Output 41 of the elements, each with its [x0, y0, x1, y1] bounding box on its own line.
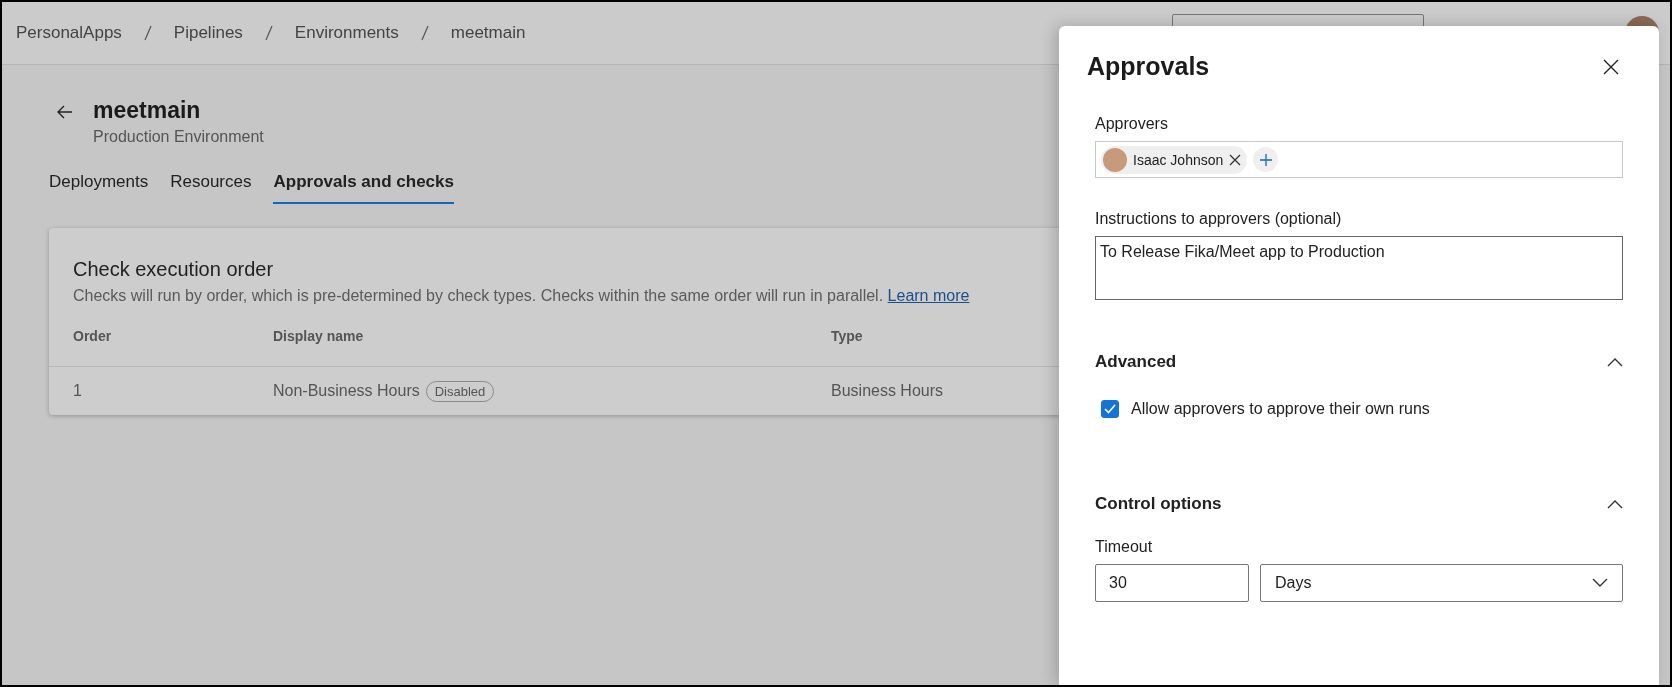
breadcrumb-link[interactable]: Pipelines	[173, 23, 243, 43]
slash-separator-icon	[420, 25, 429, 41]
column-header: Type	[831, 327, 864, 344]
plus-icon	[1259, 153, 1272, 166]
learn-more-link[interactable]: Learn more	[887, 287, 970, 304]
table-cell: Non-Business Hours	[273, 382, 420, 400]
add-button[interactable]	[1253, 147, 1279, 172]
breadcrumb-link[interactable]: Environments	[294, 23, 399, 43]
chevron-up-icon[interactable]	[1607, 499, 1623, 509]
table-cell: 1	[73, 382, 82, 400]
checkbox[interactable]	[1101, 400, 1119, 418]
page-subtitle: Production Environment	[93, 128, 264, 146]
section-title: Control options	[1095, 494, 1222, 514]
column-header: Order	[73, 327, 113, 344]
slash-separator-icon	[143, 25, 152, 41]
tab[interactable]: Resources	[170, 166, 252, 204]
card-title: Check execution order	[73, 258, 275, 281]
unit-dropdown[interactable]: Days	[1260, 564, 1623, 602]
avatar-icon	[1103, 147, 1127, 172]
chevron-up-icon[interactable]	[1607, 357, 1623, 367]
timeout-field[interactable]: 30	[1095, 564, 1249, 602]
section-title: Advanced	[1095, 352, 1177, 372]
breadcrumb-link[interactable]: meetmain	[450, 23, 526, 43]
approver-name: Isaac Johnson	[1133, 151, 1224, 168]
field-label: Approvers	[1095, 115, 1169, 133]
field-label: Timeout	[1095, 538, 1154, 556]
breadcrumb-link[interactable]: PersonalApps	[16, 23, 122, 43]
tab[interactable]: Deployments	[49, 166, 149, 204]
slash-separator-icon	[264, 25, 273, 41]
tab[interactable]: Approvals and checks	[273, 166, 454, 204]
page-title: meetmain	[93, 97, 202, 124]
remove-button[interactable]	[1229, 153, 1242, 166]
checkbox-label: Allow approvers to approve their own runs	[1131, 400, 1430, 418]
chevron-down-icon[interactable]	[1592, 578, 1608, 588]
panel-title: Approvals	[1087, 52, 1210, 81]
field-label: Instructions to approvers (optional)	[1095, 210, 1343, 228]
back-arrow-icon[interactable]	[57, 105, 73, 119]
instructions-field[interactable]: To Release Fika/Meet app to Production	[1095, 236, 1623, 300]
column-header: Display name	[273, 327, 365, 344]
table-cell: Business Hours	[831, 382, 944, 400]
approvers-field[interactable]: Isaac Johnson	[1095, 141, 1623, 178]
